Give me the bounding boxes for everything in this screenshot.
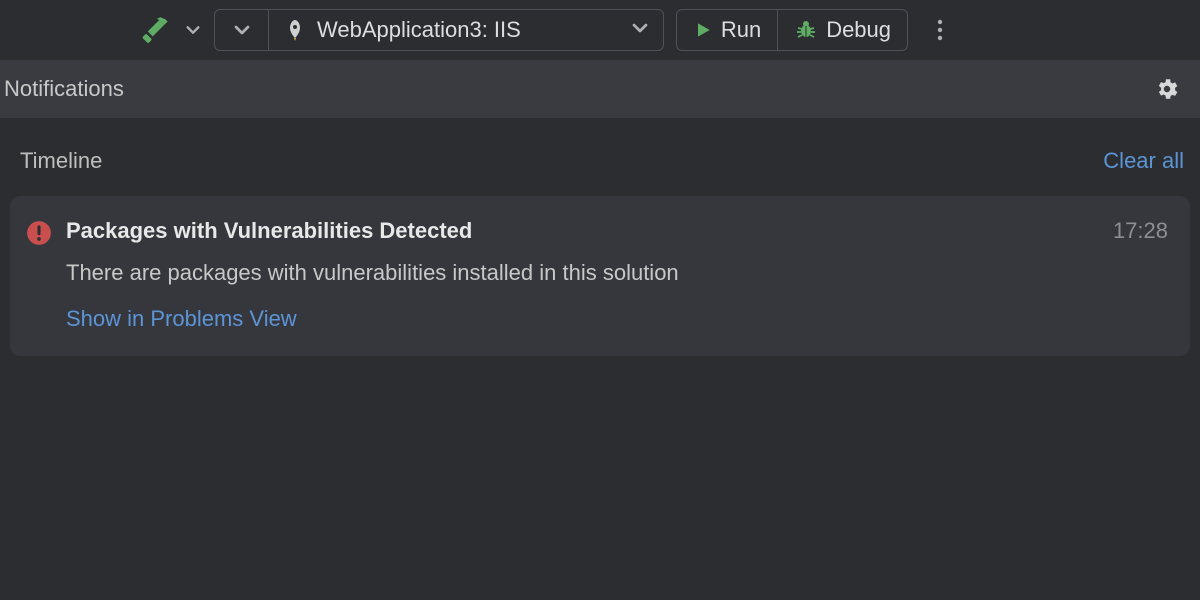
run-configuration-selector[interactable]: WebApplication3: IIS <box>214 9 664 51</box>
clear-all-link[interactable]: Clear all <box>1103 148 1184 174</box>
notifications-panel-header: Notifications <box>0 60 1200 118</box>
more-actions-button[interactable] <box>920 10 960 50</box>
settings-button[interactable] <box>1150 72 1184 106</box>
notification-time: 17:28 <box>1113 218 1168 244</box>
run-label: Run <box>721 17 761 43</box>
notification-card[interactable]: Packages with Vulnerabilities Detected 1… <box>10 196 1190 356</box>
debug-button[interactable]: Debug <box>778 10 907 50</box>
notification-content: Packages with Vulnerabilities Detected 1… <box>66 218 1168 332</box>
build-hammer-icon[interactable] <box>140 13 174 47</box>
notification-body: There are packages with vulnerabilities … <box>66 260 1168 286</box>
toolbar-left <box>140 12 208 48</box>
run-config-label: WebApplication3: IIS <box>317 17 521 43</box>
timeline-label: Timeline <box>20 148 102 174</box>
timeline-header: Timeline Clear all <box>0 118 1200 192</box>
run-debug-group: Run Debug <box>676 9 908 51</box>
show-in-problems-link[interactable]: Show in Problems View <box>66 306 297 332</box>
main-toolbar: WebApplication3: IIS Run <box>0 0 1200 60</box>
build-dropdown-icon[interactable] <box>178 12 208 48</box>
notification-title: Packages with Vulnerabilities Detected <box>66 218 472 244</box>
panel-title: Notifications <box>4 76 124 102</box>
run-config-current[interactable]: WebApplication3: IIS <box>269 10 663 50</box>
debug-label: Debug <box>826 17 891 43</box>
play-icon <box>693 20 713 40</box>
run-button[interactable]: Run <box>677 10 778 50</box>
error-icon <box>26 220 52 246</box>
chevron-down-icon <box>631 19 649 42</box>
rocket-icon <box>283 18 307 42</box>
bug-icon <box>794 18 818 42</box>
run-config-history-dropdown[interactable] <box>215 10 269 50</box>
